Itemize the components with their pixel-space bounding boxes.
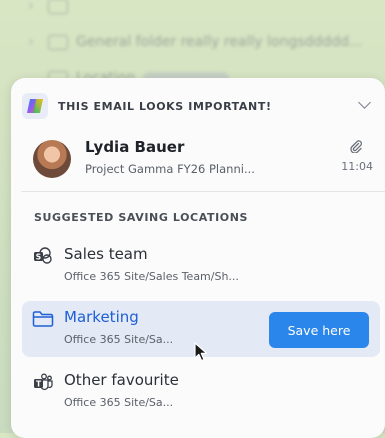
avatar xyxy=(33,140,71,178)
save-here-button[interactable]: Save here xyxy=(269,312,369,348)
panel-header[interactable]: THIS EMAIL LOOKS IMPORTANT! xyxy=(22,92,385,120)
location-path: Office 365 Site/Sa... xyxy=(64,396,174,409)
mouse-pointer-icon xyxy=(194,342,208,366)
background-folder-label: General folder really really longsddddd.… xyxy=(76,34,363,50)
chevron-down-icon[interactable] xyxy=(358,96,371,109)
background-folder-row: › xyxy=(28,0,385,24)
folder-icon xyxy=(32,309,54,329)
paperclip-icon xyxy=(349,138,363,157)
background-folder-row: › General folder really really longsdddd… xyxy=(28,24,385,60)
svg-text:T: T xyxy=(36,380,42,389)
email-time: 11:04 xyxy=(341,160,373,173)
teams-icon: T xyxy=(32,372,54,392)
location-name: Sales team xyxy=(64,245,148,263)
chevron-right-icon: › xyxy=(28,0,34,14)
sharepoint-icon: S xyxy=(32,246,54,266)
header-title: THIS EMAIL LOOKS IMPORTANT! xyxy=(58,99,272,113)
chevron-right-icon: › xyxy=(28,34,34,50)
location-item-sales-team[interactable]: S Sales team Office 365 Site/Sales Team/… xyxy=(22,238,380,294)
location-item-other-favourite[interactable]: T Other favourite Office 365 Site/Sa... xyxy=(22,364,380,420)
suggestion-panel: THIS EMAIL LOOKS IMPORTANT! Lydia Bauer … xyxy=(11,78,385,438)
copilot-logo-icon xyxy=(22,93,48,119)
email-subject: Project Gamma FY26 Planni... xyxy=(85,162,255,176)
sender-name: Lydia Bauer xyxy=(85,138,185,156)
folder-icon xyxy=(48,34,68,50)
location-path: Office 365 Site/Sa... xyxy=(64,333,174,346)
section-label: SUGGESTED SAVING LOCATIONS xyxy=(34,211,249,224)
email-summary[interactable]: Lydia Bauer Project Gamma FY26 Planni...… xyxy=(33,138,373,180)
divider xyxy=(21,191,385,192)
location-path: Office 365 Site/Sales Team/Sh... xyxy=(64,270,239,283)
svg-text:S: S xyxy=(36,253,41,262)
location-name: Other favourite xyxy=(64,371,179,389)
location-name: Marketing xyxy=(64,308,139,326)
folder-icon xyxy=(48,0,68,14)
